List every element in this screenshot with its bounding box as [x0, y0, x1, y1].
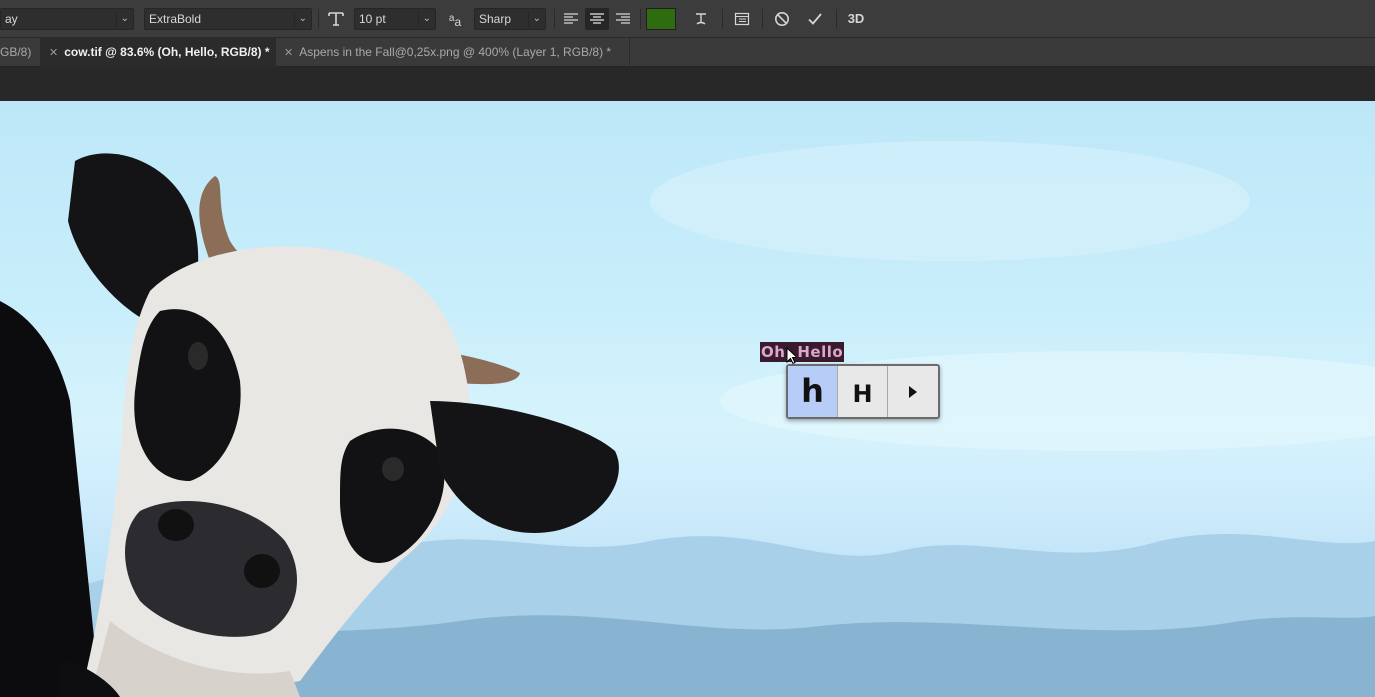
tab-cow-tif[interactable]: ✕ cow.tif @ 83.6% (Oh, Hello, RGB/8) * — [41, 38, 276, 67]
cow-photo — [0, 141, 1375, 697]
font-family-dropdown[interactable]: ay ⌄ — [0, 8, 134, 30]
text-color-swatch[interactable] — [646, 8, 676, 30]
glyph-option[interactable]: H — [838, 366, 888, 417]
font-size-dropdown[interactable]: 10 pt ⌄ — [354, 8, 436, 30]
font-style-dropdown[interactable]: ExtraBold ⌄ — [144, 8, 312, 30]
font-size-value: 10 pt — [359, 12, 386, 26]
tab-label: cow.tif @ 83.6% (Oh, Hello, RGB/8) * — [64, 45, 270, 59]
divider — [836, 9, 837, 29]
divider — [722, 9, 723, 29]
antialias-dropdown[interactable]: Sharp ⌄ — [474, 8, 546, 30]
chevron-down-icon: ⌄ — [298, 13, 307, 24]
text-layer-highlight[interactable]: Oh, Hello — [760, 342, 845, 362]
close-icon[interactable]: ✕ — [49, 39, 58, 67]
divider — [554, 9, 555, 29]
document-canvas[interactable]: Oh, Hello h H — [0, 101, 1375, 697]
tab-label: Aspens in the Fall@0,25x.png @ 400% (Lay… — [299, 45, 612, 59]
commit-icon[interactable] — [804, 8, 826, 30]
divider — [640, 9, 641, 29]
document-tab-bar: GB/8) ✕ cow.tif @ 83.6% (Oh, Hello, RGB/8… — [0, 38, 1375, 67]
cancel-icon[interactable] — [771, 8, 793, 30]
options-bar: ay ⌄ ExtraBold ⌄ 10 pt ⌄ aa Sharp ⌄ 3D — [0, 0, 1375, 38]
panels-icon[interactable] — [731, 8, 753, 30]
tab-aspens[interactable]: ✕ Aspens in the Fall@0,25x.png @ 400% (La… — [276, 38, 630, 67]
tab-document-previous[interactable]: GB/8) — [0, 38, 41, 67]
chevron-down-icon: ⌄ — [422, 13, 431, 24]
divider — [318, 9, 319, 29]
align-right-icon[interactable] — [612, 8, 634, 30]
font-size-icon — [324, 8, 348, 30]
chevron-down-icon: ⌄ — [532, 13, 541, 24]
chevron-down-icon: ⌄ — [120, 13, 129, 24]
canvas-pasteboard — [0, 67, 1375, 101]
triangle-right-icon — [909, 386, 917, 398]
close-icon[interactable]: ✕ — [284, 39, 293, 67]
antialias-value: Sharp — [479, 12, 512, 26]
font-style-value: ExtraBold — [149, 12, 202, 26]
font-family-value: ay — [5, 12, 18, 26]
glyph-alternates-popup: h H — [786, 364, 940, 419]
3d-button[interactable]: 3D — [843, 8, 869, 30]
more-glyphs-button[interactable] — [888, 366, 938, 417]
antialias-icon: aa — [448, 13, 462, 29]
mouse-pointer-icon — [786, 347, 796, 365]
divider — [762, 9, 763, 29]
align-center-icon[interactable] — [585, 8, 609, 30]
tab-label: GB/8) — [0, 45, 32, 59]
glyph-option[interactable]: h — [788, 366, 838, 417]
warp-text-icon[interactable] — [690, 8, 712, 30]
align-left-icon[interactable] — [560, 8, 582, 30]
